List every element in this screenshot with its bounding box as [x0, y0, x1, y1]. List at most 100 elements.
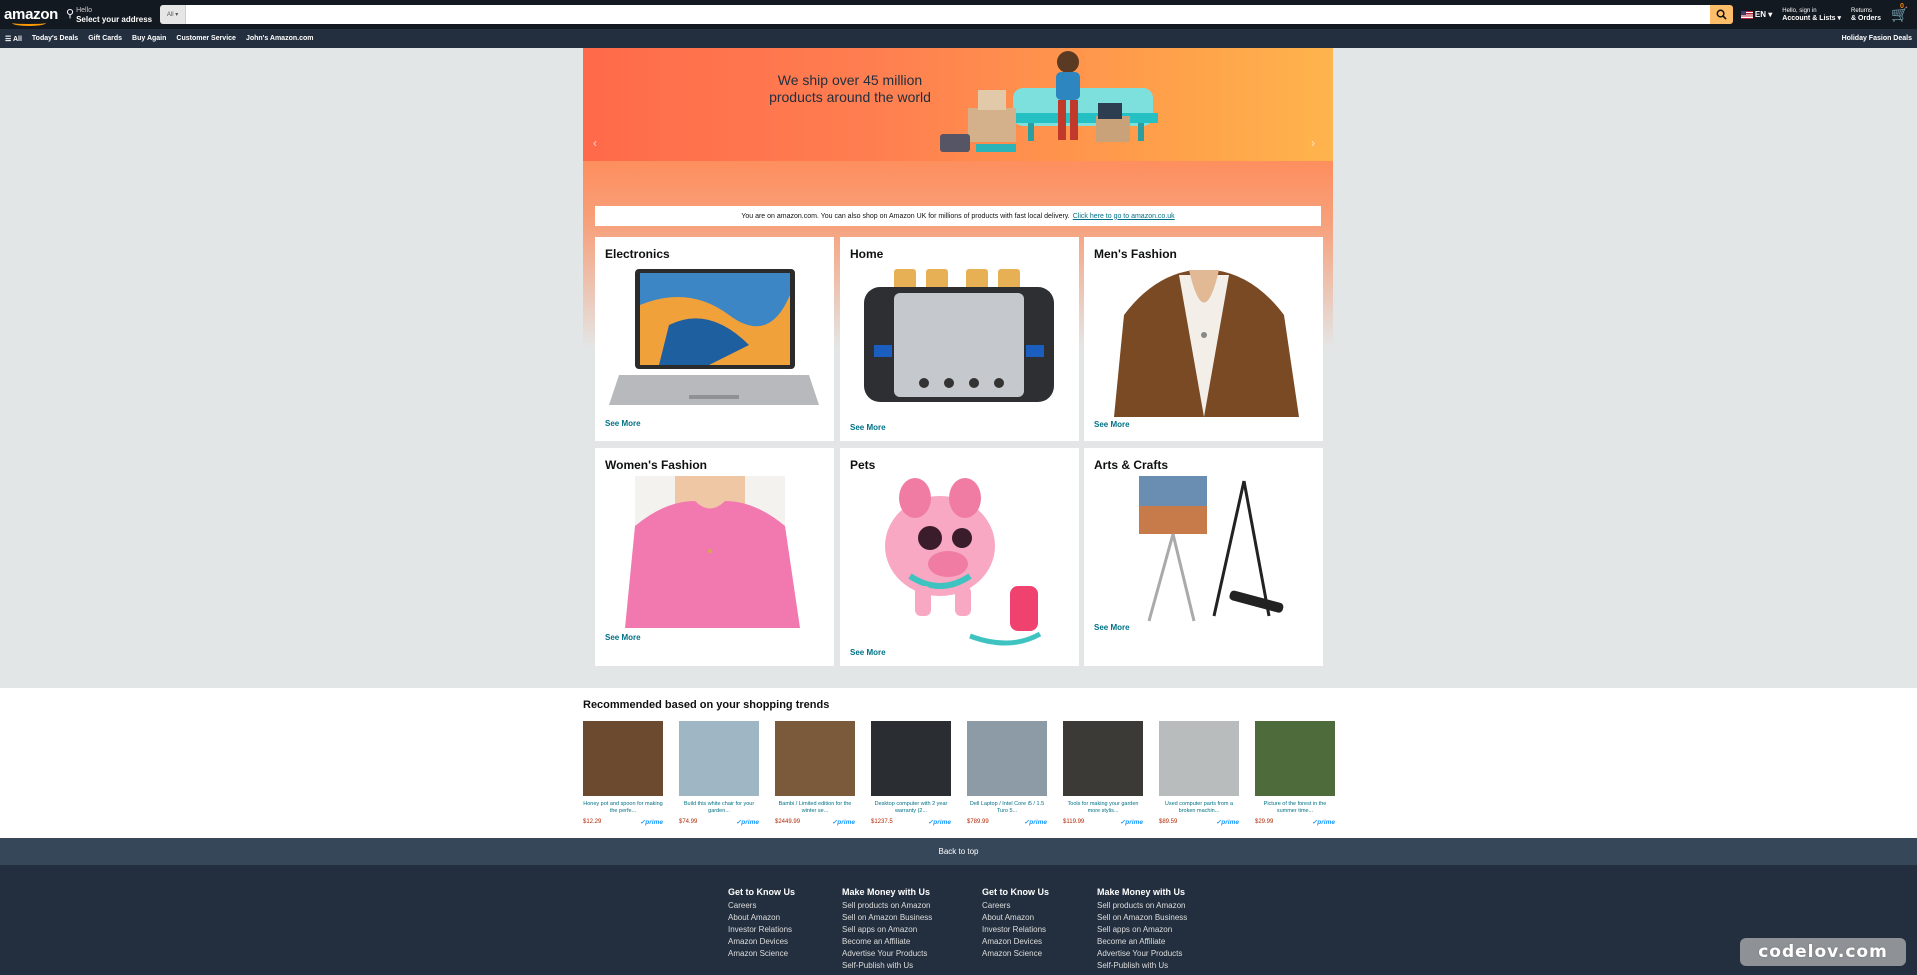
nav-item-todays-deals[interactable]: Today's Deals	[32, 35, 78, 42]
see-more-link[interactable]: See More	[1094, 623, 1130, 632]
footer-link[interactable]: Sell on Amazon Business	[1097, 912, 1187, 924]
see-more-link[interactable]: See More	[605, 633, 641, 642]
prime-badge-icon: ✓prime	[1311, 819, 1335, 826]
see-more-link[interactable]: See More	[850, 423, 886, 432]
product-card[interactable]: Tools for making your garden more stylis…	[1063, 721, 1143, 826]
footer-link[interactable]: Sell apps on Amazon	[842, 924, 932, 936]
product-card[interactable]: Dell Laptop / Intel Core i5 / 1.5 Turo 5…	[967, 721, 1047, 826]
hero-headline-line1: We ship over 45 million	[777, 72, 923, 88]
product-image[interactable]	[1063, 721, 1143, 796]
watermark: codelov.com	[1740, 938, 1906, 966]
see-more-link[interactable]: See More	[1094, 420, 1130, 429]
footer-column: Make Money with Us Sell products on Amazo…	[842, 887, 932, 972]
footer-link[interactable]: Become an Affiliate	[842, 936, 932, 948]
prime-badge-icon: ✓prime	[1023, 819, 1047, 826]
product-image[interactable]	[1159, 721, 1239, 796]
product-caption[interactable]: Honey pot and spoon for making the perfe…	[583, 801, 663, 815]
product-card[interactable]: Bambi / Limited edition for the winter s…	[775, 721, 855, 826]
product-caption[interactable]: Used computer parts from a broken machin…	[1159, 801, 1239, 815]
product-caption[interactable]: Build this white chair for your garden..…	[679, 801, 759, 815]
footer-link[interactable]: Amazon Science	[728, 948, 795, 960]
footer-link[interactable]: Sell on Amazon Business	[842, 912, 932, 924]
category-card-home[interactable]: Home See More	[840, 237, 1079, 441]
cart-button[interactable]: 🛒 0	[1891, 3, 1913, 23]
footer-column-title: Make Money with Us	[1097, 887, 1186, 897]
product-card[interactable]: Picture of the forest in the summer time…	[1255, 721, 1335, 826]
footer-link[interactable]: Advertise Your Products	[1097, 948, 1187, 960]
nav-item-holiday-deals[interactable]: Holiday Fasion Deals	[1842, 35, 1912, 42]
nav-item-gift-cards[interactable]: Gift Cards	[88, 35, 122, 42]
product-caption[interactable]: Dell Laptop / Intel Core i5 / 1.5 Turo 5…	[967, 801, 1047, 815]
recommended-section: Recommended based on your shopping trend…	[0, 688, 1917, 838]
footer-link[interactable]: Sell apps on Amazon	[1097, 924, 1187, 936]
footer-link[interactable]: Self-Publish with Us	[842, 960, 932, 972]
nav-item-customer-service[interactable]: Customer Service	[176, 35, 236, 42]
product-image[interactable]	[775, 721, 855, 796]
see-more-link[interactable]: See More	[605, 419, 641, 428]
category-card-womens-fashion[interactable]: Women's Fashion See More	[595, 448, 834, 666]
footer-link[interactable]: About Amazon	[728, 912, 795, 924]
search-category-dropdown[interactable]: All ▾	[160, 5, 187, 24]
prime-badge-icon: ✓prime	[831, 819, 855, 826]
footer-link[interactable]: Sell products on Amazon	[842, 900, 932, 912]
product-image[interactable]	[679, 721, 759, 796]
product-caption[interactable]: Picture of the forest in the summer time…	[1255, 801, 1335, 815]
footer-link[interactable]: About Amazon	[982, 912, 1049, 924]
product-caption[interactable]: Bambi / Limited edition for the winter s…	[775, 801, 855, 815]
footer-link[interactable]: Self-Publish with Us	[1097, 960, 1187, 972]
hero-banner[interactable]: We ship over 45 million products around …	[583, 48, 1333, 161]
prime-badge-icon: ✓prime	[927, 819, 951, 826]
category-card-electronics[interactable]: Electronics See More	[595, 237, 834, 441]
product-card[interactable]: Build this white chair for your garden..…	[679, 721, 759, 826]
carousel-next-arrow-icon[interactable]: ›	[1311, 136, 1315, 150]
product-image[interactable]	[583, 721, 663, 796]
hamburger-icon: ☰	[5, 35, 12, 43]
footer-link[interactable]: Amazon Science	[982, 948, 1049, 960]
card-title: Men's Fashion	[1094, 247, 1177, 261]
product-image[interactable]	[871, 721, 951, 796]
amazon-logo[interactable]: amazon	[4, 6, 60, 26]
us-flag-icon	[1740, 10, 1753, 19]
prime-badge-icon: ✓prime	[735, 819, 759, 826]
footer-link[interactable]: Sell products on Amazon	[1097, 900, 1187, 912]
amazon-uk-link[interactable]: Click here to go to amazon.co.uk	[1073, 213, 1175, 220]
laptop-image	[609, 269, 819, 405]
footer-link[interactable]: Careers	[728, 900, 795, 912]
carousel-prev-arrow-icon[interactable]: ‹	[593, 136, 597, 150]
footer-link[interactable]: Advertise Your Products	[842, 948, 932, 960]
returns-orders-link[interactable]: Returns & Orders	[1851, 7, 1881, 23]
region-notice: You are on amazon.com. You can also shop…	[595, 206, 1321, 226]
footer-link[interactable]: Investor Relations	[728, 924, 795, 936]
product-caption[interactable]: Desktop computer with 2 year warranty (2…	[871, 801, 951, 815]
footer-link[interactable]: Amazon Devices	[728, 936, 795, 948]
hero-headline: We ship over 45 million products around …	[755, 72, 945, 106]
nav-item-johns-amazon[interactable]: John's Amazon.com	[246, 35, 314, 42]
product-card[interactable]: Honey pot and spoon for making the perfe…	[583, 721, 663, 826]
product-image[interactable]	[1255, 721, 1335, 796]
recommended-title: Recommended based on your shopping trend…	[583, 699, 830, 711]
address-selector[interactable]: ⚲ Hello Select your address	[66, 6, 152, 24]
footer-link[interactable]: Careers	[982, 900, 1049, 912]
language-selector[interactable]: EN ▾	[1740, 10, 1772, 19]
product-card[interactable]: Used computer parts from a broken machin…	[1159, 721, 1239, 826]
footer-link[interactable]: Amazon Devices	[982, 936, 1049, 948]
hero-headline-line2: products around the world	[769, 89, 931, 105]
category-card-mens-fashion[interactable]: Men's Fashion See More	[1084, 237, 1323, 441]
search-button[interactable]	[1709, 5, 1733, 24]
search-input[interactable]	[186, 5, 1710, 24]
category-card-arts-crafts[interactable]: Arts & Crafts See More	[1084, 448, 1323, 666]
product-card[interactable]: Desktop computer with 2 year warranty (2…	[871, 721, 951, 826]
product-image[interactable]	[967, 721, 1047, 796]
footer-link[interactable]: Investor Relations	[982, 924, 1049, 936]
hero-illustration	[940, 51, 1158, 152]
product-caption[interactable]: Tools for making your garden more stylis…	[1063, 801, 1143, 815]
see-more-link[interactable]: See More	[850, 648, 886, 657]
category-card-pets[interactable]: Pets See More	[840, 448, 1079, 666]
nav-item-buy-again[interactable]: Buy Again	[132, 35, 166, 42]
all-menu-button[interactable]: ☰ All	[5, 35, 22, 43]
footer-link[interactable]: Become an Affiliate	[1097, 936, 1187, 948]
account-lists-menu[interactable]: Hello, sign in Account & Lists ▾	[1782, 7, 1841, 23]
card-title: Women's Fashion	[605, 458, 707, 472]
easel-image	[1139, 476, 1284, 622]
back-to-top-button[interactable]: Back to top	[0, 838, 1917, 865]
